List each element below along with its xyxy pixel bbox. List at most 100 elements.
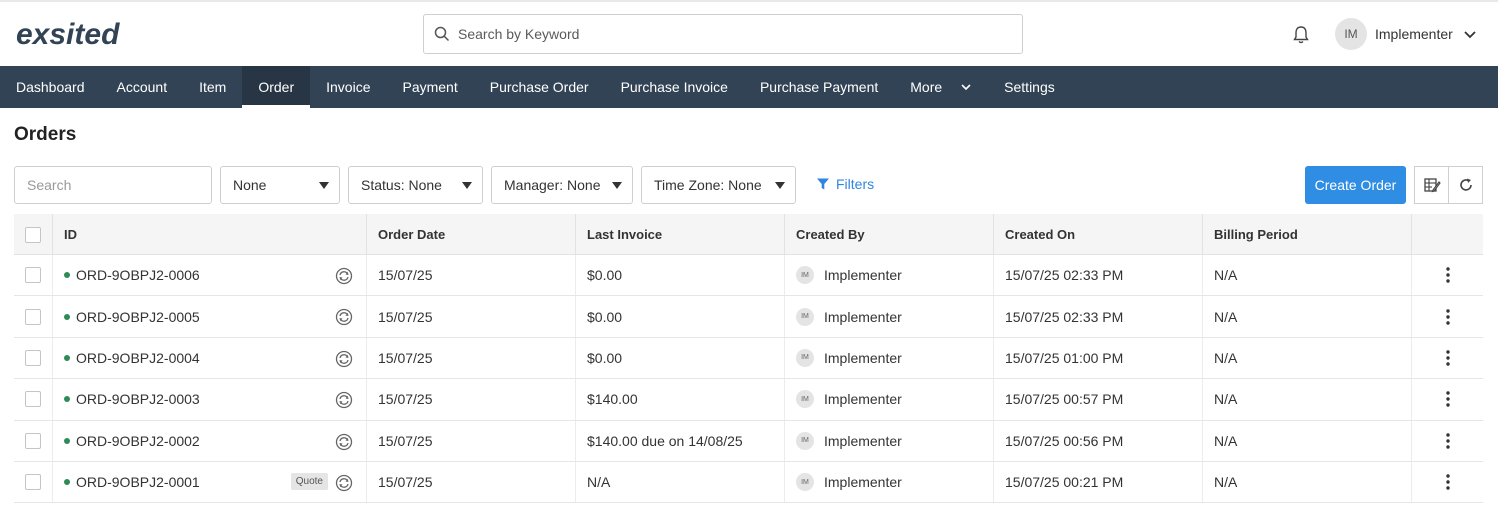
nav-dashboard[interactable]: Dashboard	[0, 66, 101, 108]
row-checkbox[interactable]	[25, 432, 41, 449]
created-on-cell: 15/07/25 00:21 PM	[994, 461, 1203, 503]
order-date-cell: 15/07/25	[367, 296, 576, 337]
billing-period-cell: N/A	[1203, 296, 1412, 337]
filters-button[interactable]: Filters	[816, 176, 874, 192]
sync-icon[interactable]	[334, 433, 354, 451]
nav-settings[interactable]: Settings	[988, 66, 1071, 108]
created-by-name: Implementer	[824, 267, 902, 284]
more-vertical-icon[interactable]	[1445, 350, 1450, 366]
row-checkbox[interactable]	[25, 267, 41, 284]
column-header-billing-period[interactable]: Billing Period	[1203, 214, 1412, 255]
dropdown-value: None	[233, 177, 267, 193]
page-title: Orders	[14, 124, 77, 145]
nav-label: Purchase Invoice	[620, 79, 728, 95]
billing-period-cell: N/A	[1203, 420, 1412, 461]
column-header-last-invoice[interactable]: Last Invoice	[576, 214, 785, 255]
order-date-cell: 15/07/25	[367, 420, 576, 461]
created-by-cell: IM Implementer	[785, 379, 994, 420]
nav-payment[interactable]: Payment	[386, 66, 473, 108]
column-header-order-date[interactable]: Order Date	[367, 214, 576, 255]
manager-dropdown[interactable]: Manager: None	[491, 166, 633, 204]
global-search-input[interactable]	[458, 26, 998, 42]
order-id-link[interactable]: ORD-9OBPJ2-0005	[76, 309, 200, 325]
user-menu[interactable]: IM Implementer	[1335, 17, 1477, 51]
status-dot	[64, 437, 70, 444]
view-dropdown[interactable]: None	[220, 166, 340, 204]
table-row[interactable]: ORD-9OBPJ2-0006 15/07/25 $0.00 IM Implem…	[14, 255, 1483, 297]
created-by-cell: IM Implementer	[785, 296, 994, 337]
order-id-cell: ORD-9OBPJ2-0002	[53, 420, 367, 461]
table-row[interactable]: ORD-9OBPJ2-0003 15/07/25 $140.00 IM Impl…	[14, 379, 1483, 421]
order-id-link[interactable]: ORD-9OBPJ2-0004	[76, 350, 200, 366]
row-checkbox[interactable]	[25, 308, 41, 325]
last-invoice-cell: $140.00 due on 14/08/25	[576, 420, 785, 461]
avatar: IM	[796, 390, 814, 409]
chevron-down-icon	[1464, 31, 1476, 39]
nav-purchase-order[interactable]: Purchase Order	[474, 66, 605, 108]
nav-invoice[interactable]: Invoice	[310, 66, 386, 108]
more-vertical-icon[interactable]	[1445, 433, 1450, 449]
table-row[interactable]: ORD-9OBPJ2-0001 Quote 15/07/25 N/A IM Im…	[14, 461, 1483, 504]
created-by-cell: IM Implementer	[785, 461, 994, 503]
column-header-id[interactable]: ID	[53, 214, 367, 255]
nav-more[interactable]: More	[894, 66, 988, 108]
order-id-link[interactable]: ORD-9OBPJ2-0002	[76, 433, 200, 449]
timezone-dropdown[interactable]: Time Zone: None	[641, 166, 796, 204]
status-dropdown[interactable]: Status: None	[348, 166, 483, 204]
created-by-cell: IM Implementer	[785, 337, 994, 379]
order-id-cell: ORD-9OBPJ2-0001 Quote	[53, 461, 367, 503]
nav-label: Account	[116, 79, 168, 95]
table-row[interactable]: ORD-9OBPJ2-0005 15/07/25 $0.00 IM Implem…	[14, 296, 1483, 338]
more-vertical-icon[interactable]	[1445, 474, 1450, 490]
more-vertical-icon[interactable]	[1445, 267, 1450, 283]
order-id-link[interactable]: ORD-9OBPJ2-0006	[76, 267, 200, 283]
row-checkbox[interactable]	[25, 349, 41, 366]
created-by-name: Implementer	[824, 432, 902, 449]
order-id-link[interactable]: ORD-9OBPJ2-0003	[76, 391, 200, 407]
dropdown-caret-icon	[319, 182, 329, 189]
row-actions-cell	[1412, 255, 1483, 295]
row-select-cell	[14, 461, 53, 503]
sync-icon[interactable]	[334, 350, 354, 368]
sync-icon[interactable]	[334, 474, 354, 492]
refresh-button[interactable]	[1448, 166, 1483, 204]
row-checkbox[interactable]	[25, 474, 41, 491]
status-dot	[64, 396, 70, 403]
refresh-icon	[1459, 178, 1472, 191]
dropdown-caret-icon	[462, 182, 472, 189]
nav-item[interactable]: Item	[183, 66, 242, 108]
column-header-created-on[interactable]: Created On	[994, 214, 1203, 255]
column-header-created-by[interactable]: Created By	[785, 214, 994, 255]
nav-purchase-invoice[interactable]: Purchase Invoice	[605, 66, 744, 108]
nav-label: Settings	[1004, 79, 1055, 95]
row-checkbox[interactable]	[25, 391, 41, 408]
create-order-button[interactable]: Create Order	[1305, 166, 1406, 204]
nav-label: Item	[199, 79, 227, 95]
more-vertical-icon[interactable]	[1445, 308, 1450, 325]
global-search[interactable]	[423, 14, 1023, 54]
nav-purchase-payment[interactable]: Purchase Payment	[744, 66, 894, 108]
filter-icon	[817, 178, 829, 190]
select-all-cell	[14, 214, 53, 255]
orders-search-input[interactable]	[14, 166, 212, 204]
row-select-cell	[14, 420, 53, 461]
sync-icon[interactable]	[334, 267, 354, 285]
more-vertical-icon[interactable]	[1445, 391, 1450, 408]
table-body: ORD-9OBPJ2-0006 15/07/25 $0.00 IM Implem…	[14, 255, 1483, 504]
filters-label: Filters	[836, 176, 875, 192]
created-by-name: Implementer	[824, 349, 902, 366]
exsited-logo[interactable]: exsited	[16, 14, 146, 54]
table-row[interactable]: ORD-9OBPJ2-0002 15/07/25 $140.00 due on …	[14, 420, 1483, 462]
notification-bell-icon[interactable]	[1290, 24, 1312, 46]
table-row[interactable]: ORD-9OBPJ2-0004 15/07/25 $0.00 IM Implem…	[14, 337, 1483, 380]
sync-icon[interactable]	[334, 391, 354, 409]
sync-icon[interactable]	[334, 308, 354, 326]
billing-period-cell: N/A	[1203, 379, 1412, 420]
avatar: IM	[796, 348, 814, 367]
select-all-checkbox[interactable]	[25, 226, 41, 243]
nav-account[interactable]: Account	[101, 66, 184, 108]
row-actions-cell	[1412, 338, 1483, 378]
nav-order[interactable]: Order	[242, 66, 311, 108]
edit-columns-button[interactable]	[1414, 166, 1449, 204]
order-id-link[interactable]: ORD-9OBPJ2-0001	[76, 474, 200, 490]
